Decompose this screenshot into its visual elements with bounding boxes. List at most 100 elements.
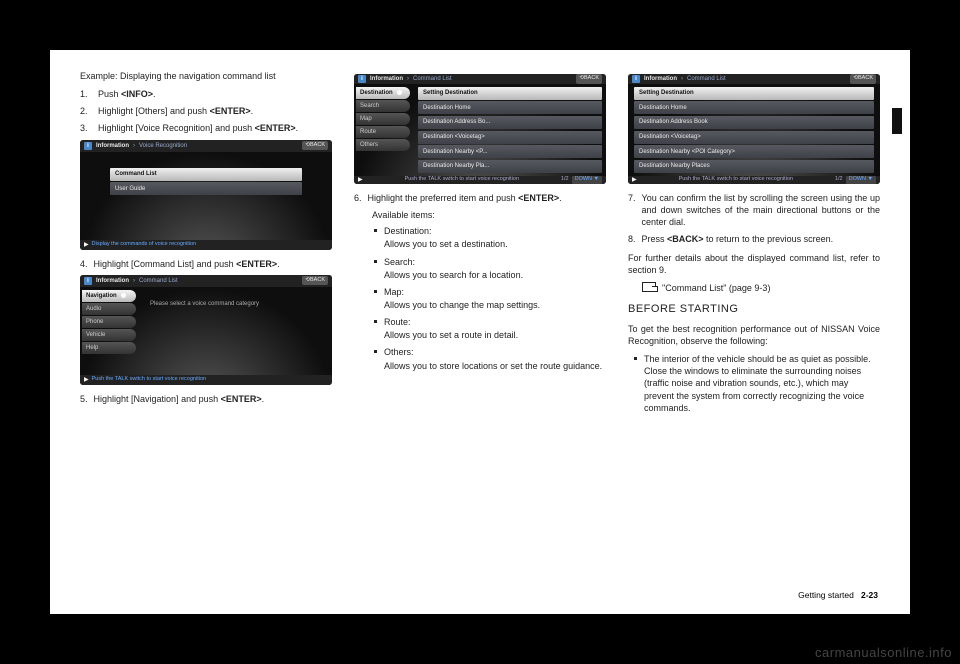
list-row: Destination Address Bo... bbox=[418, 116, 602, 129]
button-ref: <ENTER> bbox=[236, 259, 277, 269]
step-5: 5. Highlight [Navigation] and push <ENTE… bbox=[80, 393, 332, 405]
breadcrumb: Information bbox=[96, 142, 129, 150]
list-item: Route:Allows you to set a route in detai… bbox=[372, 316, 606, 341]
button-ref: <ENTER> bbox=[210, 106, 251, 116]
step-1: Push <INFO>. bbox=[80, 88, 332, 100]
button-ref: <INFO> bbox=[121, 89, 153, 99]
list-row: Destination Address Book bbox=[634, 116, 874, 129]
cross-reference: "Command List" (page 9-3) bbox=[642, 282, 880, 294]
columns: Example: Displaying the navigation comma… bbox=[80, 70, 880, 594]
back-label: BACK bbox=[858, 75, 873, 81]
available-items-label: Available items: bbox=[372, 209, 606, 221]
screenshot-body: Command List User Guide bbox=[80, 152, 332, 240]
breadcrumb-sep: › bbox=[681, 75, 683, 83]
step-body: Highlight [Navigation] and push <ENTER>. bbox=[94, 393, 265, 405]
screenshot-header: i Information › Command List ⟲BACK bbox=[354, 74, 606, 84]
step-2: Highlight [Others] and push <ENTER>. bbox=[80, 105, 332, 117]
step-text: Push bbox=[98, 89, 121, 99]
reference-text: "Command List" (page 9-3) bbox=[662, 282, 770, 294]
breadcrumb: Command List bbox=[413, 75, 452, 83]
step-3: Highlight [Voice Recognition] and push <… bbox=[80, 122, 332, 134]
list-row: Destination Nearby Places bbox=[634, 160, 874, 173]
category-tabs: Destination Search Map Route Others bbox=[354, 84, 412, 176]
tab-item: Vehicle bbox=[82, 329, 136, 341]
tab-label: Navigation bbox=[86, 293, 117, 299]
info-icon: i bbox=[358, 75, 366, 83]
back-button: ⟲BACK bbox=[302, 276, 328, 285]
menu-item: User Guide bbox=[110, 182, 302, 195]
dot-icon bbox=[397, 90, 402, 95]
column-3: i Information › Command List ⟲BACK Setti… bbox=[628, 70, 880, 594]
arrow-icon: ▶ bbox=[84, 241, 89, 249]
list-row-selected: Setting Destination bbox=[418, 87, 602, 100]
list-row: Destination Nearby <POI Category> bbox=[634, 145, 874, 158]
breadcrumb: Information bbox=[370, 75, 403, 83]
tab-label: Destination bbox=[360, 90, 393, 96]
item-desc: Allows you to store locations or set the… bbox=[384, 360, 606, 372]
step-text: You can confirm the list by scrolling th… bbox=[642, 192, 880, 228]
page-indicator: 1/2 bbox=[561, 176, 569, 183]
step-4: 4. Highlight [Command List] and push <EN… bbox=[80, 258, 332, 270]
breadcrumb-sep: › bbox=[133, 142, 135, 150]
page-tab-marker bbox=[892, 108, 902, 134]
screenshot-footer: ▶Display the commands of voice recogniti… bbox=[80, 240, 332, 250]
list-row: Destination Home bbox=[634, 101, 874, 114]
content-pane: Please select a voice command category bbox=[138, 287, 332, 375]
list-item: The interior of the vehicle should be as… bbox=[632, 353, 880, 414]
item-desc: Allows you to set a destination. bbox=[384, 238, 606, 250]
step-body: Press <BACK> to return to the previous s… bbox=[642, 233, 834, 245]
back-label: BACK bbox=[310, 142, 325, 148]
item-desc: Allows you to set a route in detail. bbox=[384, 329, 606, 341]
item-title: Others: bbox=[384, 347, 414, 357]
button-ref: <ENTER> bbox=[518, 193, 559, 203]
screenshot-footer: ▶ Push the TALK switch to start voice re… bbox=[354, 176, 606, 184]
info-icon: i bbox=[84, 142, 92, 150]
item-title: Map: bbox=[384, 287, 404, 297]
dot-icon bbox=[121, 293, 126, 298]
step-text: . bbox=[277, 259, 280, 269]
section-heading-before-starting: BEFORE STARTING bbox=[628, 302, 880, 317]
screenshot-header: i Information › Voice Recognition ⟲BACK bbox=[80, 140, 332, 152]
button-ref: <ENTER> bbox=[221, 394, 262, 404]
step-text: . bbox=[153, 89, 156, 99]
command-list: Setting Destination Destination Home Des… bbox=[412, 84, 606, 176]
command-list: Setting Destination Destination Home Des… bbox=[628, 84, 880, 176]
item-desc: Allows you to change the map settings. bbox=[384, 299, 606, 311]
down-button: DOWN ▼ bbox=[846, 176, 876, 183]
back-label: BACK bbox=[310, 277, 325, 283]
steps-list-1: Push <INFO>. Highlight [Others] and push… bbox=[80, 88, 332, 134]
footer-page-number: 2-23 bbox=[861, 590, 878, 600]
breadcrumb: Command List bbox=[139, 277, 178, 285]
screenshot-footer: ▶ Push the TALK switch to start voice re… bbox=[628, 176, 880, 184]
footer-text: Push the TALK switch to start voice reco… bbox=[92, 376, 206, 383]
menu-item-selected: Command List bbox=[110, 168, 302, 181]
step-number: 7. bbox=[628, 192, 636, 228]
step-text: . bbox=[251, 106, 254, 116]
step-text: to return to the previous screen. bbox=[704, 234, 834, 244]
back-button: ⟲BACK bbox=[850, 74, 876, 83]
footer-text: Push the TALK switch to start voice reco… bbox=[640, 176, 832, 183]
screenshot-destination-list: i Information › Command List ⟲BACK Desti… bbox=[354, 74, 606, 184]
step-body: Highlight the preferred item and push <E… bbox=[368, 192, 562, 204]
step-text: Highlight [Voice Recognition] and push bbox=[98, 123, 255, 133]
step-text: Highlight [Command List] and push bbox=[94, 259, 237, 269]
step-8: 8. Press <BACK> to return to the previou… bbox=[628, 233, 880, 245]
list-row-selected: Setting Destination bbox=[634, 87, 874, 100]
tab-item: Audio bbox=[82, 303, 136, 315]
available-items-list: Destination:Allows you to set a destinat… bbox=[372, 225, 606, 371]
step-text: Highlight the preferred item and push bbox=[368, 193, 519, 203]
list-item: Map: Allows you to change the map setting… bbox=[372, 286, 606, 311]
page-indicator: 1/2 bbox=[835, 176, 843, 183]
screenshot-header: i Information › Command List ⟲BACK bbox=[628, 74, 880, 84]
example-heading: Example: Displaying the navigation comma… bbox=[80, 70, 332, 82]
breadcrumb-sep: › bbox=[407, 75, 409, 83]
step-number: 6. bbox=[354, 192, 362, 204]
down-label: DOWN bbox=[849, 176, 866, 182]
list-item: Destination:Allows you to set a destinat… bbox=[372, 225, 606, 250]
screenshot-footer: ▶Push the TALK switch to start voice rec… bbox=[80, 375, 332, 385]
step-number: 5. bbox=[80, 393, 88, 405]
item-desc: Allows you to search for a location. bbox=[384, 269, 606, 281]
screenshot-header: i Information › Command List ⟲BACK bbox=[80, 275, 332, 287]
list-row: Destination Nearby Pla... bbox=[418, 160, 602, 173]
step-text: Highlight [Navigation] and push bbox=[94, 394, 221, 404]
